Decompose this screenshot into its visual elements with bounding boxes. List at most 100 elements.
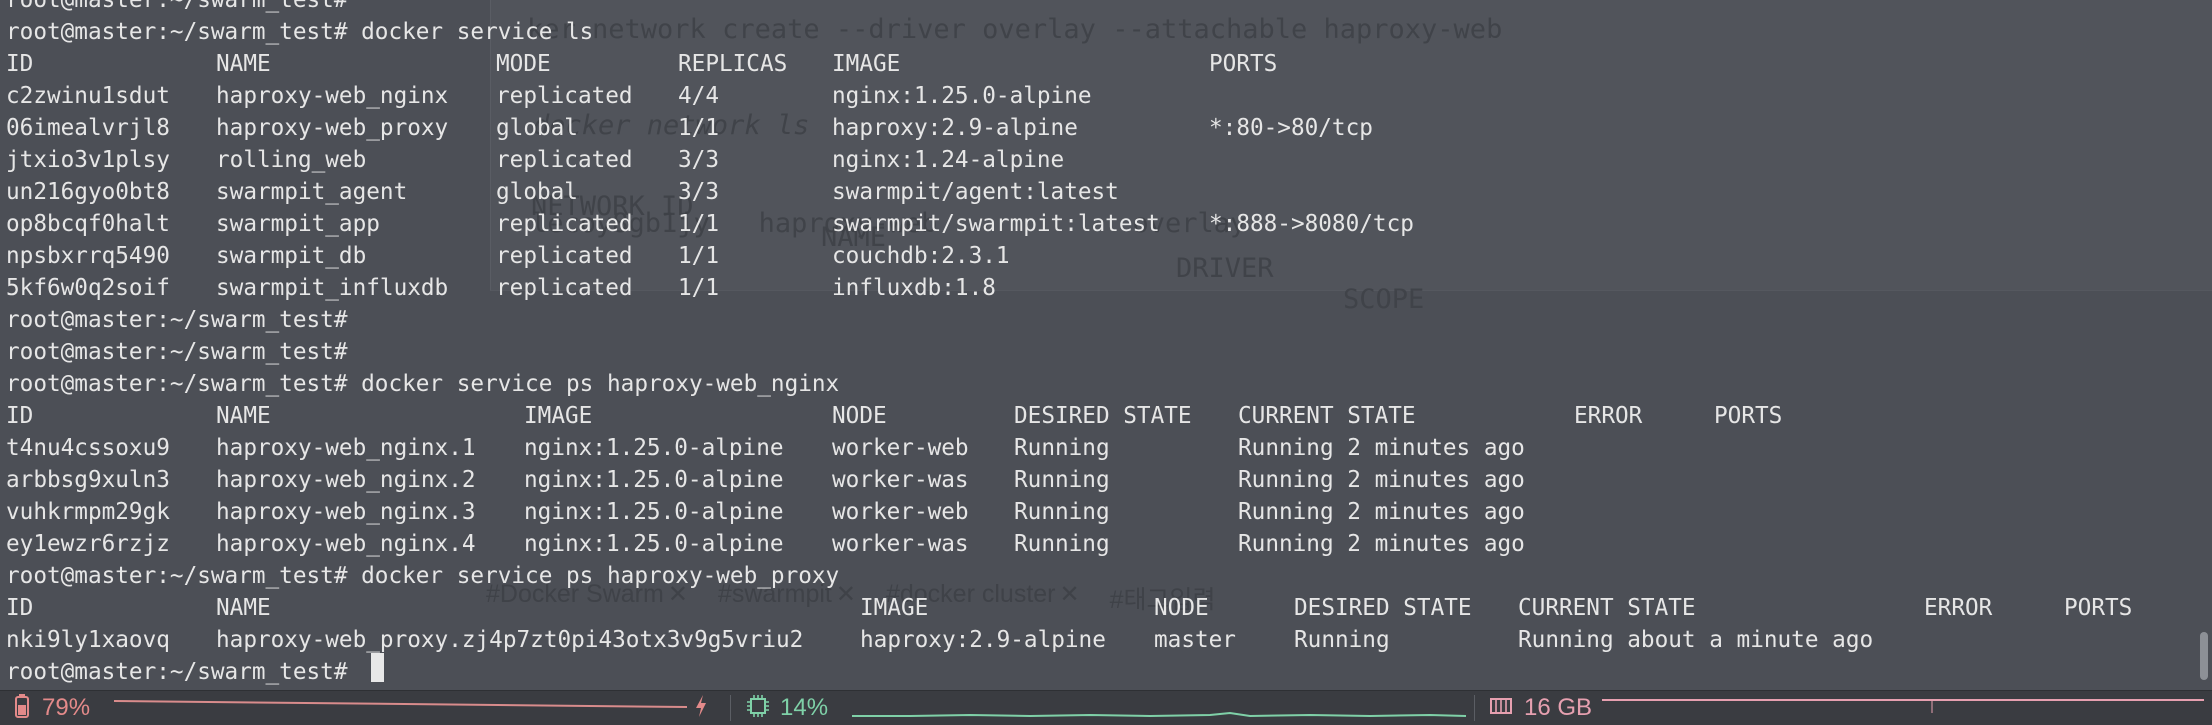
table-cell: ID xyxy=(6,595,34,621)
table-cell: nginx:1.25.0-alpine xyxy=(524,435,784,461)
table-cell: ERROR xyxy=(1924,595,1993,621)
table-cell: un216gyo0bt8 xyxy=(6,179,170,205)
table-cell: CURRENT STATE xyxy=(1518,595,1696,621)
table-cell: nki9ly1xaovq xyxy=(6,627,170,653)
table-cell: swarmpit/swarmpit:latest xyxy=(832,211,1160,237)
charging-status xyxy=(694,691,708,725)
table-cell: worker-was xyxy=(832,467,969,493)
table-cell: c2zwinu1sdut xyxy=(6,83,170,109)
table-cell: ey1ewzr6rzjz xyxy=(6,531,170,557)
memory-status: 16 GB xyxy=(1488,691,1592,725)
table-cell: 3/3 xyxy=(678,147,719,173)
table-cell: CURRENT STATE xyxy=(1238,403,1416,429)
terminal-window[interactable]: ker network create --driver overlay --at… xyxy=(0,0,2212,690)
table-cell: op8bcqf0halt xyxy=(6,211,170,237)
terminal-cursor xyxy=(371,653,384,682)
table-cell: swarmpit_db xyxy=(216,243,367,269)
table-cell: Running xyxy=(1014,531,1110,557)
table-cell: swarmpit/agent:latest xyxy=(832,179,1119,205)
table-cell: haproxy-web_nginx.3 xyxy=(216,499,476,525)
table-cell: jtxio3v1plsy xyxy=(6,147,170,173)
table-cell: Running 2 minutes ago xyxy=(1238,467,1525,493)
cpu-icon xyxy=(746,694,770,723)
status-divider xyxy=(1474,695,1475,721)
table-cell: ID xyxy=(6,403,34,429)
terminal-scrollbar[interactable] xyxy=(2200,632,2208,680)
table-cell: 1/1 xyxy=(678,115,719,141)
table-cell: couchdb:2.3.1 xyxy=(832,243,1010,269)
table-cell: haproxy:2.9-alpine xyxy=(832,115,1078,141)
table-cell: swarmpit_influxdb xyxy=(216,275,449,301)
table-cell: npsbxrrq5490 xyxy=(6,243,170,269)
table-cell: replicated xyxy=(496,83,633,109)
table-cell: global xyxy=(496,115,578,141)
table-cell: ERROR xyxy=(1574,403,1643,429)
table-cell: nginx:1.24-alpine xyxy=(832,147,1065,173)
table-cell: replicated xyxy=(496,275,633,301)
table-cell: rolling_web xyxy=(216,147,367,173)
table-cell: Running xyxy=(1014,467,1110,493)
table-cell: haproxy-web_nginx xyxy=(216,83,449,109)
table-cell: haproxy-web_proxy xyxy=(216,115,449,141)
table-cell: DESIRED STATE xyxy=(1014,403,1192,429)
table-cell: REPLICAS xyxy=(678,51,788,77)
table-cell: nginx:1.25.0-alpine xyxy=(524,531,784,557)
memory-usage: 16 GB xyxy=(1524,694,1593,721)
table-cell: Running xyxy=(1294,627,1390,653)
table-cell: *:80->80/tcp xyxy=(1209,115,1373,141)
lightning-icon xyxy=(694,694,708,723)
table-cell: nginx:1.25.0-alpine xyxy=(524,499,784,525)
table-cell: 1/1 xyxy=(678,243,719,269)
memory-icon xyxy=(1488,695,1514,722)
table-cell: IMAGE xyxy=(832,51,901,77)
memory-graph xyxy=(1602,699,2204,713)
battery-graph xyxy=(113,700,688,708)
table-cell: PORTS xyxy=(1714,403,1783,429)
table-cell: NODE xyxy=(832,403,887,429)
battery-icon xyxy=(12,693,32,724)
table-cell: Running xyxy=(1014,435,1110,461)
table-cell: 4/4 xyxy=(678,83,719,109)
table-cell: nginx:1.25.0-alpine xyxy=(832,83,1092,109)
status-bar: 79% 14% 16 GB xyxy=(0,690,2212,725)
table-cell: t4nu4cssoxu9 xyxy=(6,435,170,461)
table-cell: worker-web xyxy=(832,435,969,461)
table-cell: replicated xyxy=(496,147,633,173)
table-cell: IMAGE xyxy=(860,595,929,621)
table-cell: DESIRED STATE xyxy=(1294,595,1472,621)
ghost-command-line: ker network create --driver overlay --at… xyxy=(527,14,1503,45)
table-cell: haproxy-web_proxy.zj4p7zt0pi43otx3v9g5vr… xyxy=(216,627,804,653)
table-cell: MODE xyxy=(496,51,551,77)
cpu-usage: 14% xyxy=(780,694,829,721)
table-cell: master xyxy=(1154,627,1236,653)
table-cell: 1/1 xyxy=(678,211,719,237)
table-cell: global xyxy=(496,179,578,205)
terminal-text: root@master:~/swarm_test# xyxy=(6,339,348,365)
terminal-text: root@master:~/swarm_test# xyxy=(6,307,348,333)
table-cell: NODE xyxy=(1154,595,1209,621)
background-blog-editor: ker network create --driver overlay --at… xyxy=(490,0,2212,315)
table-cell: NAME xyxy=(216,595,271,621)
cpu-status: 14% xyxy=(746,691,828,725)
terminal-text: root@master:~/swarm_test# xyxy=(6,659,362,685)
table-cell: worker-web xyxy=(832,499,969,525)
table-cell: replicated xyxy=(496,243,633,269)
table-cell: Running xyxy=(1014,499,1110,525)
table-cell: vuhkrmpm29gk xyxy=(6,499,170,525)
table-cell: 3/3 xyxy=(678,179,719,205)
table-cell: Running about a minute ago xyxy=(1518,627,1874,653)
table-cell: NAME xyxy=(216,403,271,429)
cpu-graph xyxy=(852,711,1467,718)
table-cell: 1/1 xyxy=(678,275,719,301)
table-cell: *:888->8080/tcp xyxy=(1209,211,1414,237)
table-cell: Running 2 minutes ago xyxy=(1238,499,1525,525)
battery-level: 79% xyxy=(42,694,91,721)
battery-status: 79% xyxy=(12,691,90,725)
table-cell: arbbsg9xuln3 xyxy=(6,467,170,493)
status-divider xyxy=(730,695,731,721)
terminal-text: root@master:~/swarm_test# docker service… xyxy=(6,371,840,397)
table-cell: haproxy-web_nginx.2 xyxy=(216,467,476,493)
table-cell: 06imealvrjl8 xyxy=(6,115,170,141)
table-cell: PORTS xyxy=(1209,51,1278,77)
table-cell: nginx:1.25.0-alpine xyxy=(524,467,784,493)
